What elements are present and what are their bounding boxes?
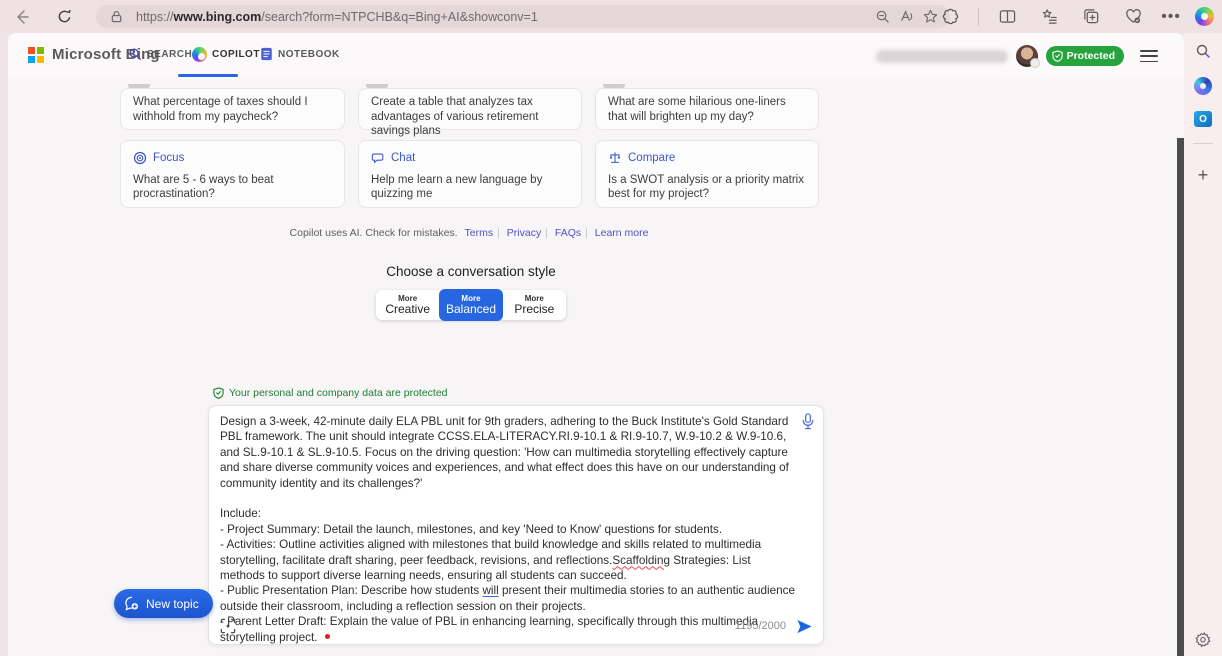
read-aloud-icon[interactable]	[894, 5, 918, 29]
lock-icon[interactable]	[104, 5, 128, 29]
hamburger-menu-icon[interactable]	[1140, 50, 1158, 62]
conversation-style-group: More Creative More Balanced More Precise	[376, 290, 566, 320]
tab-search[interactable]: SEARCH	[128, 33, 192, 75]
faqs-link[interactable]: FAQs	[555, 227, 581, 239]
zoom-out-icon[interactable]	[870, 5, 894, 29]
sidebar-add-icon[interactable]: +	[1198, 165, 1209, 186]
tab-copilot[interactable]: COPILOT	[192, 33, 260, 75]
composer-text[interactable]: Design a 3-week, 42-minute daily ELA PBL…	[220, 414, 798, 645]
chat-icon	[371, 151, 385, 165]
search-icon	[128, 47, 142, 61]
new-topic-button[interactable]: New topic	[114, 589, 213, 618]
shield-check-icon	[1052, 50, 1063, 62]
conversation-style-title: Choose a conversation style	[8, 264, 934, 279]
disclaimer: Copilot uses AI. Check for mistakes. Ter…	[8, 227, 934, 239]
url-text[interactable]: https://www.bing.com/search?form=NTPCHB&…	[136, 10, 870, 24]
refresh-icon[interactable]	[50, 3, 78, 31]
style-option-precise[interactable]: More Precise	[503, 290, 566, 320]
add-image-icon[interactable]	[220, 618, 236, 634]
suggestion-card-compare[interactable]: Compare Is a SWOT analysis or a priority…	[595, 140, 819, 208]
suggestion-card[interactable]: What are some hilarious one-liners that …	[595, 88, 819, 130]
suggestion-card[interactable]: Create a table that analyzes tax advanta…	[358, 88, 582, 130]
style-option-balanced[interactable]: More Balanced	[439, 289, 502, 321]
composer: Design a 3-week, 42-minute daily ELA PBL…	[208, 405, 824, 645]
active-tab-underline	[178, 74, 238, 77]
style-option-creative[interactable]: More Creative	[376, 290, 439, 320]
char-counter: 1195/2000	[735, 620, 786, 632]
send-icon[interactable]	[796, 619, 813, 634]
suggestion-card[interactable]: What percentage of taxes should I withho…	[120, 88, 345, 130]
sidebar-settings-icon[interactable]	[1195, 631, 1212, 648]
learn-more-link[interactable]: Learn more	[595, 227, 649, 239]
suggestion-card-chat[interactable]: Chat Help me learn a new language by qui…	[358, 140, 582, 208]
sidebar-designer-icon[interactable]	[1194, 77, 1212, 95]
more-options-icon[interactable]: •••	[1161, 8, 1181, 26]
protected-badge[interactable]: Protected	[1046, 46, 1124, 66]
scrollbar[interactable]	[1177, 138, 1184, 656]
edge-sidebar: O +	[1184, 33, 1222, 656]
favorites-icon[interactable]	[1035, 3, 1063, 31]
data-protected-note: Your personal and company data are prote…	[213, 387, 448, 399]
redacted-username	[876, 50, 1008, 63]
notebook-icon	[260, 47, 273, 61]
bing-header: Microsoft Bing SEARCH COPILOT NOTEBOOK P…	[8, 33, 1184, 79]
toolbar-divider	[978, 8, 979, 26]
address-bar[interactable]: https://www.bing.com/search?form=NTPCHB&…	[96, 5, 950, 28]
composer-footer: 1195/2000	[220, 616, 813, 636]
bing-copilot-page: Microsoft Bing SEARCH COPILOT NOTEBOOK P…	[8, 33, 1184, 656]
sidebar-outlook-icon[interactable]: O	[1194, 111, 1212, 127]
suggestion-card-focus[interactable]: Focus What are 5 - 6 ways to beat procra…	[120, 140, 345, 208]
microsoft-logo-icon	[28, 47, 44, 63]
collections-icon[interactable]	[1077, 3, 1105, 31]
back-icon[interactable]	[8, 3, 36, 31]
compare-icon	[608, 151, 622, 165]
microphone-icon[interactable]	[801, 413, 815, 430]
browser-essentials-icon[interactable]	[1119, 3, 1147, 31]
focus-icon	[133, 151, 147, 165]
green-shield-icon	[213, 387, 224, 399]
copilot-icon	[192, 47, 207, 62]
sidebar-search-icon[interactable]	[1195, 43, 1211, 59]
privacy-link[interactable]: Privacy	[507, 227, 541, 239]
copilot-toolbar-icon[interactable]	[1195, 7, 1214, 26]
tab-notebook[interactable]: NOTEBOOK	[260, 33, 340, 75]
split-screen-icon[interactable]	[993, 3, 1021, 31]
new-chat-icon	[124, 596, 139, 611]
sidebar-divider	[1193, 143, 1213, 144]
workspaces-icon[interactable]	[936, 3, 964, 31]
terms-link[interactable]: Terms	[465, 227, 494, 239]
avatar[interactable]	[1016, 45, 1038, 67]
browser-toolbar: https://www.bing.com/search?form=NTPCHB&…	[0, 0, 1222, 33]
